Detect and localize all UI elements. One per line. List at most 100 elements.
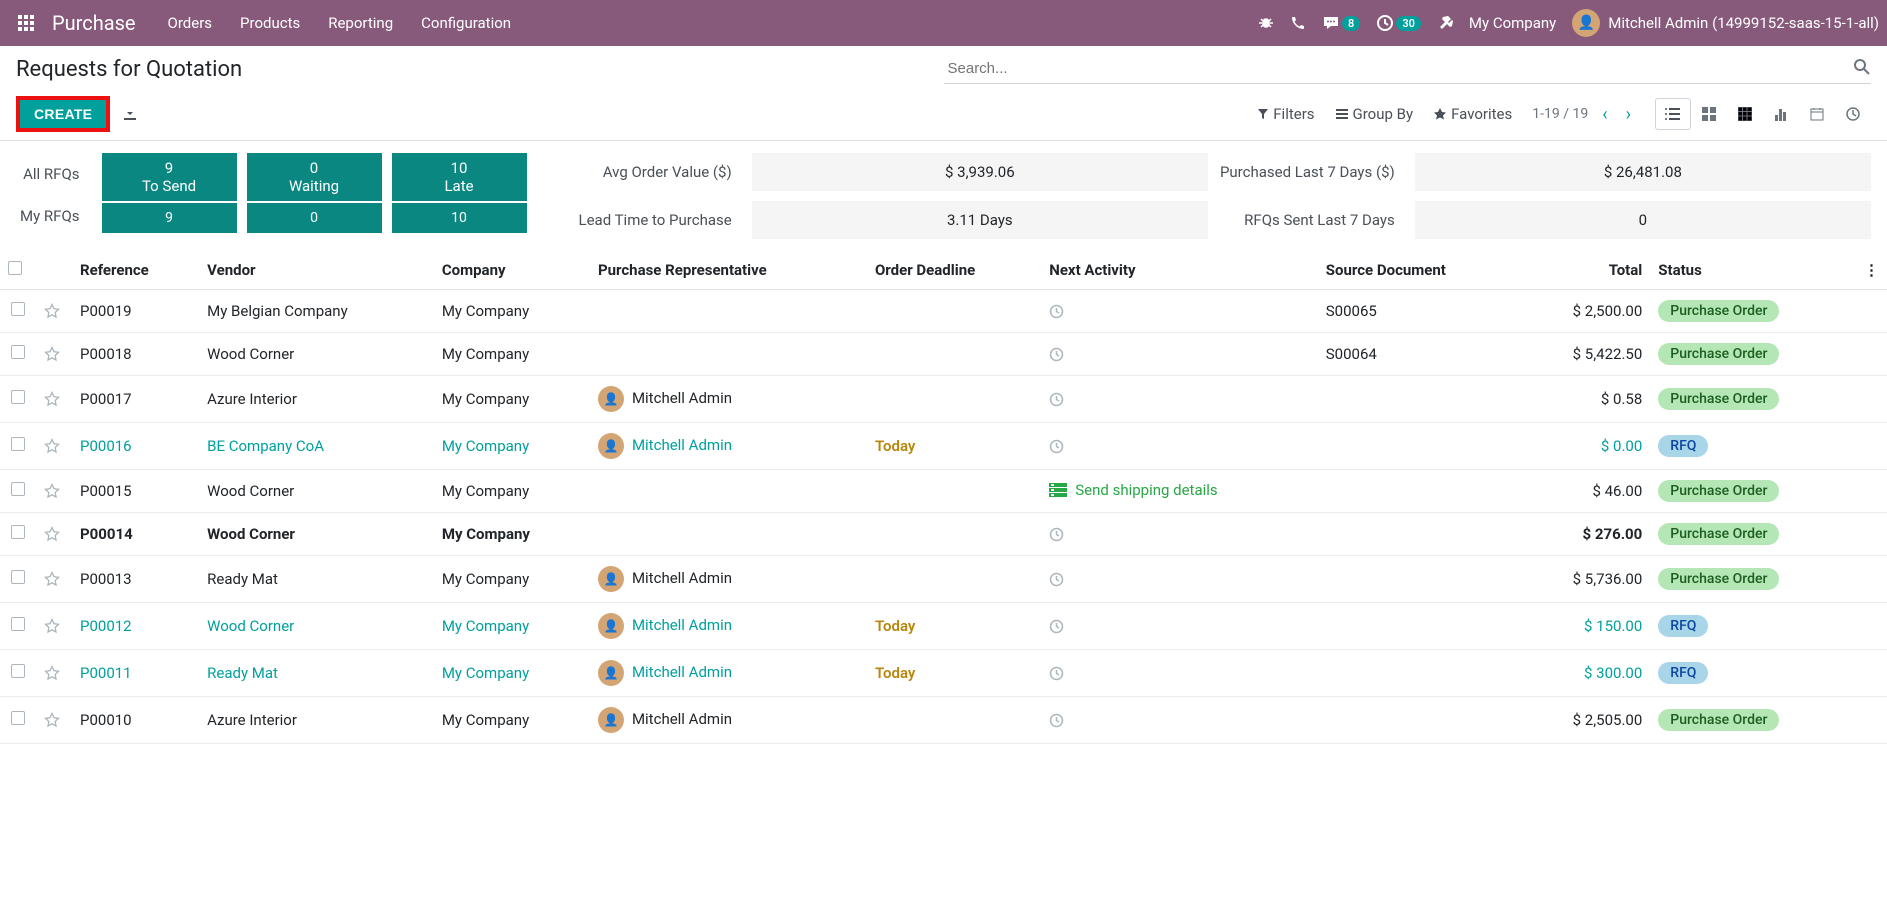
row-checkbox[interactable] [11, 570, 25, 584]
menu-orders[interactable]: Orders [168, 14, 213, 32]
status-badge: Purchase Order [1658, 523, 1779, 545]
pager-prev[interactable]: ‹ [1598, 104, 1611, 125]
table-row[interactable]: P00018Wood CornerMy CompanyS00064$ 5,422… [0, 333, 1887, 376]
user-menu[interactable]: 👤 Mitchell Admin (14999152-saas-15-1-all… [1572, 9, 1879, 37]
star-toggle[interactable] [36, 513, 72, 556]
view-pivot[interactable] [1727, 98, 1763, 130]
table-row[interactable]: P00015Wood CornerMy CompanySend shipping… [0, 470, 1887, 513]
tile-my-waiting[interactable]: 0 [247, 203, 382, 233]
activities-icon[interactable]: 30 [1376, 14, 1421, 32]
menu-products[interactable]: Products [240, 14, 300, 32]
activity-clock-icon[interactable] [1049, 527, 1310, 542]
th-status[interactable]: Status [1650, 251, 1856, 290]
th-vendor[interactable]: Vendor [199, 251, 434, 290]
groupby-button[interactable]: Group By [1335, 105, 1414, 123]
tile-tosend[interactable]: 9 To Send [102, 153, 237, 201]
th-deadline[interactable]: Order Deadline [867, 251, 1041, 290]
table-row[interactable]: P00013Ready MatMy Company👤Mitchell Admin… [0, 556, 1887, 603]
kpi-rfqs-sent-val[interactable]: 0 [1415, 201, 1871, 239]
row-checkbox[interactable] [11, 302, 25, 316]
pager-text[interactable]: 1-19 / 19 [1532, 106, 1588, 122]
kpi-purchased-val[interactable]: $ 26,481.08 [1415, 153, 1871, 191]
star-toggle[interactable] [36, 556, 72, 603]
row-checkbox[interactable] [11, 390, 25, 404]
tile-late[interactable]: 10 Late [392, 153, 527, 201]
row-checkbox[interactable] [11, 711, 25, 725]
create-button[interactable]: CREATE [16, 96, 110, 132]
table-row[interactable]: P00019My Belgian CompanyMy CompanyS00065… [0, 290, 1887, 333]
th-company[interactable]: Company [434, 251, 590, 290]
row-checkbox[interactable] [11, 482, 25, 496]
messaging-icon[interactable]: 8 [1322, 14, 1360, 32]
star-toggle[interactable] [36, 470, 72, 513]
row-checkbox[interactable] [11, 525, 25, 539]
table-row[interactable]: P00011Ready MatMy Company👤Mitchell Admin… [0, 650, 1887, 697]
star-toggle[interactable] [36, 333, 72, 376]
activity-clock-icon[interactable] [1049, 347, 1310, 362]
apps-icon[interactable] [8, 5, 44, 41]
phone-icon[interactable] [1290, 15, 1306, 31]
search-input[interactable] [944, 54, 1872, 84]
th-total[interactable]: Total [1522, 251, 1650, 290]
view-calendar[interactable] [1799, 98, 1835, 130]
view-graph[interactable] [1763, 98, 1799, 130]
view-activity[interactable] [1835, 98, 1871, 130]
row-checkbox[interactable] [11, 664, 25, 678]
reference-link: P00016 [80, 437, 132, 455]
filters-button[interactable]: Filters [1257, 105, 1314, 123]
th-activity[interactable]: Next Activity [1041, 251, 1318, 290]
th-options[interactable]: ⋮ [1856, 251, 1887, 290]
th-source[interactable]: Source Document [1318, 251, 1522, 290]
table-row[interactable]: P00016BE Company CoAMy Company👤Mitchell … [0, 423, 1887, 470]
row-checkbox[interactable] [11, 437, 25, 451]
favorites-button[interactable]: Favorites [1433, 105, 1512, 123]
star-toggle[interactable] [36, 290, 72, 333]
my-rfqs-label[interactable]: My RFQs [16, 195, 84, 237]
activity-clock-icon[interactable] [1049, 304, 1310, 319]
view-list[interactable] [1655, 98, 1691, 130]
row-checkbox[interactable] [11, 345, 25, 359]
activity-clock-icon[interactable] [1049, 392, 1310, 407]
table-row[interactable]: P00017Azure InteriorMy Company👤Mitchell … [0, 376, 1887, 423]
table-row[interactable]: P00010Azure InteriorMy Company👤Mitchell … [0, 697, 1887, 744]
select-all-checkbox[interactable] [8, 261, 22, 275]
activity-clock-icon[interactable] [1049, 439, 1310, 454]
tile-my-late[interactable]: 10 [392, 203, 527, 233]
activity-clock-icon[interactable] [1049, 666, 1310, 681]
menu-reporting[interactable]: Reporting [328, 14, 393, 32]
dashboard: All RFQs My RFQs 9 To Send 0 Waiting 10 … [0, 141, 1887, 251]
rep-name: Mitchell Admin [632, 569, 732, 587]
company-selector[interactable]: My Company [1469, 14, 1556, 32]
kpi-avg-order-val[interactable]: $ 3,939.06 [752, 153, 1208, 191]
control-panel: Requests for Quotation CREATE Filters Gr… [0, 46, 1887, 141]
table-row[interactable]: P00014Wood CornerMy Company$ 276.00Purch… [0, 513, 1887, 556]
star-toggle[interactable] [36, 603, 72, 650]
table-row[interactable]: P00012Wood CornerMy Company👤Mitchell Adm… [0, 603, 1887, 650]
star-toggle[interactable] [36, 423, 72, 470]
menu-configuration[interactable]: Configuration [421, 14, 511, 32]
th-reference[interactable]: Reference [72, 251, 199, 290]
tile-my-tosend[interactable]: 9 [102, 203, 237, 233]
vendor-name: My Belgian Company [207, 302, 348, 320]
th-rep[interactable]: Purchase Representative [590, 251, 867, 290]
activity-clock-icon[interactable] [1049, 572, 1310, 587]
search-icon[interactable] [1853, 58, 1871, 76]
activity-clock-icon[interactable] [1049, 713, 1310, 728]
all-rfqs-label[interactable]: All RFQs [16, 153, 84, 195]
app-name[interactable]: Purchase [52, 11, 136, 35]
star-toggle[interactable] [36, 376, 72, 423]
activity-clock-icon[interactable] [1049, 619, 1310, 634]
star-toggle[interactable] [36, 650, 72, 697]
pager-next[interactable]: › [1622, 104, 1635, 125]
source-doc [1318, 513, 1522, 556]
bug-icon[interactable] [1258, 15, 1274, 31]
row-checkbox[interactable] [11, 617, 25, 631]
import-button[interactable] [122, 106, 138, 122]
view-kanban[interactable] [1691, 98, 1727, 130]
tile-waiting[interactable]: 0 Waiting [247, 153, 382, 201]
kpi-lead-time-val[interactable]: 3.11 Days [752, 201, 1208, 239]
tools-icon[interactable] [1437, 15, 1453, 31]
source-doc [1318, 376, 1522, 423]
star-toggle[interactable] [36, 697, 72, 744]
activity-shipping-icon[interactable]: Send shipping details [1049, 481, 1217, 499]
